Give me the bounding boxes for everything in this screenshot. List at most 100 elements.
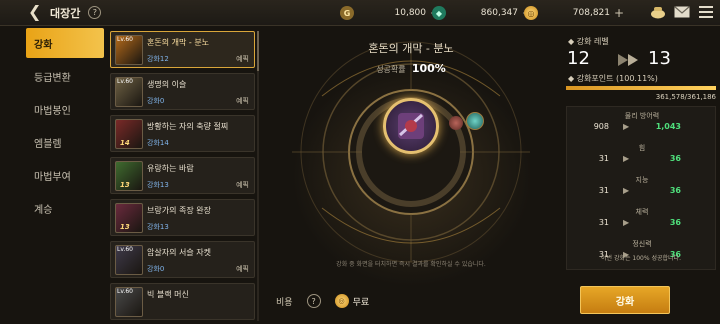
item-enhance-level: 강화13 [147,181,169,189]
item-thumb-level: Lv.60 [117,78,133,85]
stat-row: 물리 방어력 908 ▶ 1,043 [567,107,717,139]
item-thumb-level: Lv.60 [117,288,133,295]
list-scrollbar-thumb[interactable] [257,31,259,71]
item-thumbnail: 13 [115,161,143,191]
tab-magic-seal[interactable]: 마법봉인 [26,94,104,124]
list-item[interactable]: Lv.60 생명의 이슬 강화0 예픽 [110,73,255,110]
material-orb-teal [466,112,484,130]
enhance-item-title: 혼돈의 개막 - 분노 [368,42,454,55]
stat-to: 1,043 [655,122,681,131]
cost-coin-icon: ◎ [334,294,349,308]
enhance-points-label: ◆ 강화포인트 (100.11%) [568,74,658,83]
tab-enchant[interactable]: 마법부여 [26,160,104,190]
cost-label: 비용 [276,297,293,308]
stat-arrow-icon: ▶ [623,122,630,131]
item-enhance-level: 강화0 [147,265,165,273]
item-name: 브랑가의 족장 완장 [147,206,211,215]
list-item[interactable]: 14 방황하는 자의 축량 절찌강화14 [110,115,255,152]
treasure-pot-icon[interactable] [650,4,666,20]
help-icon[interactable]: ? [88,6,102,19]
enhance-button[interactable]: 강화 [580,286,670,314]
item-grade: 예픽 [236,181,249,189]
currency-gem-value: 860,347 [480,8,518,18]
stat-from: 908 [593,122,609,131]
currency-gold: G 10,800 + [340,5,440,21]
stat-row: 정신력 31 ▶ 36 [567,235,717,267]
gold-coin-icon: G [340,6,354,20]
tab-grade-convert[interactable]: 등급변환 [26,61,104,91]
menu-icon[interactable] [698,4,714,20]
top-icons [650,4,714,20]
item-name: 생명의 이슬 [147,80,187,89]
success-rate-label: 성공확률 [376,65,406,74]
item-grade: 예픽 [236,97,249,105]
success-note: 이번 강화는 100% 성공합니다. [601,255,681,262]
stat-from: 31 [598,154,609,163]
item-name: 방황하는 자의 축량 절찌 [147,122,229,131]
currency-orange-value: 708,821 [572,8,610,18]
equipment-list[interactable]: Lv.60 혼돈의 개막 - 분노강화12 예픽 Lv.60 생명의 이슬강화0 예픽 14… [110,31,255,324]
back-arrow-icon[interactable]: ❮ [28,3,44,21]
item-thumb-level: Lv.60 [117,246,133,253]
tab-inherit[interactable]: 계승 [26,193,104,223]
material-orb-red [449,116,463,130]
enhance-level-label: ◆ 강화 레벨 [568,37,609,46]
item-name: 유랑하는 바람 [147,164,194,173]
tab-enhance[interactable]: 강화 [26,28,104,58]
item-enhance-level: 강화12 [147,55,169,63]
list-item[interactable]: Lv.60 혼돈의 개막 - 분노강화12 예픽 [110,31,255,68]
list-item[interactable]: 13 브랑가의 족장 완장강화13 [110,199,255,236]
add-orange-icon[interactable]: + [614,7,624,19]
item-name: 혼돈의 개막 - 분노 [147,38,210,47]
list-scrollbar-track[interactable] [257,31,259,321]
cost-help-icon[interactable]: ? [306,294,321,308]
currency-gold-value: 10,800 [394,8,427,18]
weapon-item-icon [398,113,424,139]
tab-emblem[interactable]: 엠블렘 [26,127,104,157]
item-thumbnail: Lv.60 [115,245,143,275]
level-from: 12 [567,48,590,69]
stat-to: 36 [669,218,681,227]
item-name: 빅 블랙 머신 [147,290,189,299]
item-thumbnail: 14 [115,119,143,149]
list-item[interactable]: Lv.60 빅 블랙 머신 [110,283,255,320]
stat-name: 물리 방어력 [624,112,660,120]
enhance-points-value: 361,578/361,186 [655,93,716,101]
item-thumbnail: Lv.60 [115,35,143,65]
stat-arrow-icon: ▶ [623,154,630,163]
stat-row: 체력 31 ▶ 36 [567,203,717,235]
stat-arrow-icon: ▶ [623,218,630,227]
item-thumbnail: Lv.60 [115,287,143,317]
cost-value: 무료 [352,297,370,308]
item-thumb-level: Lv.60 [117,36,133,43]
item-enhance-level: 강화13 [147,223,169,231]
list-item[interactable]: Lv.60 암살자의 서슬 자켓 강화0 예픽 [110,241,255,278]
item-enhance-badge: 13 [120,181,130,189]
mail-icon[interactable] [674,4,690,20]
stat-name: 체력 [635,208,649,216]
currency-gem: ◆ 860,347 + [432,5,532,21]
enhance-stage[interactable]: 혼돈의 개막 - 분노 성공확률 100% 강화 중 화면을 터치하면 즉시 결… [262,26,560,324]
page-title: 대장간 [50,6,81,20]
currency-orange: ◎ 708,821 + [524,5,624,21]
stat-from: 31 [598,218,609,227]
side-tabs: 강화 등급변환 마법봉인 엠블렘 마법부여 계승 [26,28,104,226]
target-item-slot[interactable] [383,98,439,154]
item-thumbnail: 13 [115,203,143,233]
stat-changes: 물리 방어력 908 ▶ 1,043 힘 31 ▶ 36 지능 31 ▶ 36 체력 31 ▶ 36 정신력 31… [566,106,716,270]
item-enhance-level: 강화14 [147,139,169,147]
enhance-points-bar [566,86,716,90]
top-bar: ❮ 대장간 ? G 10,800 + ◆ 860,347 + ◎ 708,821… [0,0,720,26]
item-grade: 예픽 [236,55,249,63]
level-to: 13 [648,48,671,69]
orange-coin-icon: ◎ [524,6,538,20]
list-item[interactable]: 13 유랑하는 바람강화13 예픽 [110,157,255,194]
item-enhance-badge: 14 [120,139,130,147]
stat-row: 힘 31 ▶ 36 [567,139,717,171]
success-rate: 성공확률 100% [262,62,560,75]
enhance-points-fill [566,86,716,90]
stat-to: 36 [669,186,681,195]
enhance-info-panel: ◆ 강화 레벨 12 13 ◆ 강화포인트 (100.11%) 361,578/… [562,26,720,324]
stat-name: 지능 [635,176,649,184]
success-rate-value: 100% [411,62,446,75]
